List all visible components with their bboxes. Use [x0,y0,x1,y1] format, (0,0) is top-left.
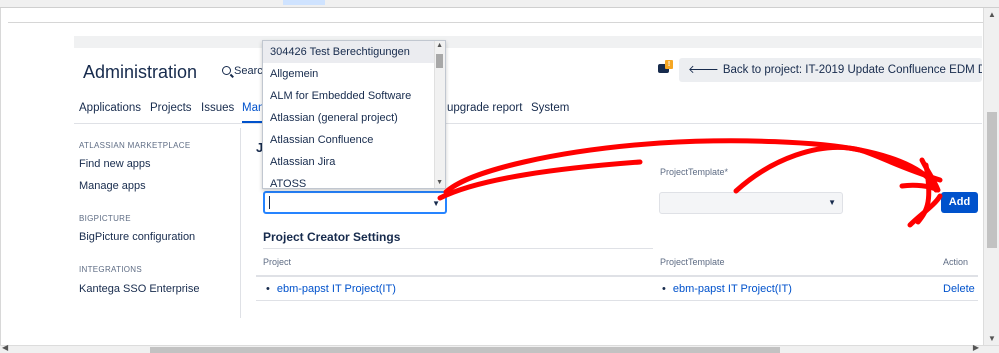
tab-projects[interactable]: Projects [150,102,192,114]
table-cell-project: • ebm-papst IT Project(IT) [266,283,396,295]
chevron-down-icon: ▼ [828,198,836,207]
sidebar-heading-integrations: INTEGRATIONS [79,265,143,274]
notification-icon[interactable]: ! [658,60,673,74]
dropdown-option[interactable]: ATOSS [263,173,435,188]
arrow-left-icon: 🡐 [688,64,719,76]
vertical-scroll-thumb[interactable] [987,112,997,248]
admin-page: Administration Search ! 🡐 Back to project… [74,36,982,345]
back-to-project-button[interactable]: 🡐 Back to project: IT-2019 Update Conflue… [679,58,982,82]
delete-link[interactable]: Delete [943,283,975,295]
scroll-down-icon[interactable]: ▼ [436,179,443,186]
page-vertical-scrollbar[interactable]: ▲ ▼ [983,8,999,345]
template-link[interactable]: ebm-papst IT Project(IT) [673,283,792,295]
dropdown-option[interactable]: Allgemein [263,63,435,85]
page-top-band [74,36,982,48]
add-button[interactable]: Add [941,192,978,213]
tab-system[interactable]: System [531,102,569,114]
project-template-select[interactable]: ▼ [659,192,843,214]
sidebar-item-kantega-sso[interactable]: Kantega SSO Enterprise [79,283,199,295]
scroll-down-icon[interactable]: ▼ [988,334,996,343]
sidebar-item-bigpicture-configuration[interactable]: BigPicture configuration [79,231,195,243]
dropdown-scroll-thumb[interactable] [436,54,443,68]
page-horizontal-scrollbar[interactable]: ◀ ▶ [0,343,999,353]
nav-divider [74,123,982,124]
settings-title-divider [263,248,653,249]
chevron-down-icon: ▼ [432,199,440,208]
column-header-action: Action [943,257,969,267]
sidebar-heading-atlassian-marketplace: ATLASSIAN MARKETPLACE [79,141,191,150]
project-template-label: ProjectTemplate* [660,167,729,177]
tab-issues[interactable]: Issues [201,102,234,114]
sidebar-heading-bigpicture: BIGPICTURE [79,214,131,223]
project-dropdown-list[interactable]: 304426 Test Berechtigungen Allgemein ALM… [262,40,446,189]
text-selection-highlight [283,0,325,5]
sidebar-item-find-new-apps[interactable]: Find new apps [79,158,151,170]
bullet: • [266,283,270,295]
sidebar-separator [240,128,241,318]
column-header-project-template: ProjectTemplate [660,257,725,267]
column-header-project: Project [263,257,292,267]
back-to-project-label: Back to project: IT-2019 Update Confluen… [722,64,982,76]
scroll-up-icon[interactable]: ▲ [988,10,996,19]
browser-chrome-top [0,0,999,8]
page-title: Administration [83,62,198,82]
sidebar-item-manage-apps[interactable]: Manage apps [79,180,146,192]
table-cell-template: • ebm-papst IT Project(IT) [662,283,792,295]
table-header-divider [256,275,978,277]
dropdown-scrollbar[interactable]: ▲ ▼ [434,41,445,188]
search-icon [222,66,231,75]
settings-title: Project Creator Settings [263,230,401,244]
horizontal-scroll-thumb[interactable] [150,347,780,353]
project-select[interactable]: ▼ [263,191,447,214]
tab-latest-upgrade-report[interactable]: upgrade report [447,102,522,114]
dropdown-option[interactable]: 304426 Test Berechtigungen [263,41,435,63]
viewport-divider [8,22,983,23]
table-row-divider [256,300,978,301]
bullet: • [662,283,666,295]
dropdown-option[interactable]: Atlassian Confluence [263,129,435,151]
project-link[interactable]: ebm-papst IT Project(IT) [277,283,396,295]
scroll-left-icon[interactable]: ◀ [2,343,8,352]
dropdown-option[interactable]: Atlassian Jira [263,151,435,173]
dropdown-option[interactable]: ALM for Embedded Software [263,85,435,107]
dropdown-option[interactable]: Atlassian (general project) [263,107,435,129]
scroll-right-icon[interactable]: ▶ [973,343,979,352]
text-cursor [269,196,270,209]
scroll-up-icon[interactable]: ▲ [436,42,443,49]
tab-applications[interactable]: Applications [79,102,141,114]
